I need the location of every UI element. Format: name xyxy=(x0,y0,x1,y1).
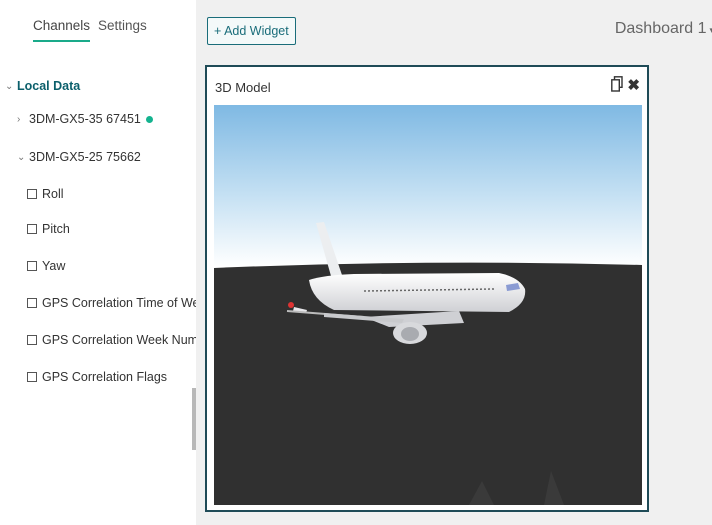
dashboard-area: + Add Widget Dashboard 1 ▾ 3D Model ✖ xyxy=(196,0,712,525)
channel-label: GPS Correlation Flags xyxy=(42,370,168,384)
chevron-down-icon: ⌄ xyxy=(5,80,14,92)
channel-gps-time-of-week[interactable]: GPS Correlation Time of Wee xyxy=(27,296,196,310)
channel-roll[interactable]: Roll xyxy=(27,187,64,201)
sky xyxy=(214,105,642,267)
tab-channels[interactable]: Channels xyxy=(33,18,91,42)
channel-label: GPS Correlation Week Numbe xyxy=(42,333,196,347)
sidebar: Channels Settings ⌄ Local Data › 3DM-GX5… xyxy=(0,0,196,525)
dashboard-label: Dashboard 1 xyxy=(614,20,707,37)
active-tab-underline xyxy=(33,40,91,42)
tree-device-75662[interactable]: ⌄ 3DM-GX5-25 75662 xyxy=(17,150,141,164)
checkbox[interactable] xyxy=(27,298,37,308)
device-label: 3DM-GX5-25 75662 xyxy=(29,150,141,164)
widget-3d-model: 3D Model ✖ xyxy=(205,65,649,512)
channel-gps-flags[interactable]: GPS Correlation Flags xyxy=(27,370,167,384)
checkbox[interactable] xyxy=(27,189,37,199)
checkbox[interactable] xyxy=(27,372,37,382)
add-widget-button[interactable]: + Add Widget xyxy=(207,17,296,45)
checkbox[interactable] xyxy=(27,261,37,271)
widget-title: 3D Model xyxy=(215,80,271,95)
tree-root-label: Local Data xyxy=(17,79,81,93)
status-dot-icon xyxy=(145,115,153,123)
device-label: 3DM-GX5-35 67451 xyxy=(29,112,141,126)
sidebar-tabs: Channels Settings xyxy=(0,18,196,46)
checkbox[interactable] xyxy=(27,224,37,234)
channel-label: Pitch xyxy=(42,222,70,236)
channel-gps-week-number[interactable]: GPS Correlation Week Numbe xyxy=(27,333,196,347)
dashboard-selector[interactable]: Dashboard 1 ▾ xyxy=(615,20,712,38)
copy-icon[interactable] xyxy=(611,76,623,96)
tab-channels-label: Channels xyxy=(33,18,91,33)
close-icon[interactable]: ✖ xyxy=(627,76,640,94)
channel-label: Roll xyxy=(42,187,64,201)
chevron-down-icon: ⌄ xyxy=(17,151,26,163)
chevron-right-icon: › xyxy=(17,113,21,125)
channel-pitch[interactable]: Pitch xyxy=(27,222,70,236)
tree-device-67451[interactable]: › 3DM-GX5-35 67451 xyxy=(17,112,153,126)
channel-label: GPS Correlation Time of Wee xyxy=(42,296,196,310)
widget-header: 3D Model ✖ xyxy=(207,67,647,104)
channel-label: Yaw xyxy=(42,259,66,273)
tab-settings-label: Settings xyxy=(98,18,147,33)
tab-settings[interactable]: Settings xyxy=(98,18,147,33)
checkbox[interactable] xyxy=(27,335,37,345)
3d-viewport[interactable] xyxy=(214,105,642,505)
tree-root-local-data[interactable]: ⌄ Local Data xyxy=(5,79,80,93)
channel-yaw[interactable]: Yaw xyxy=(27,259,65,273)
